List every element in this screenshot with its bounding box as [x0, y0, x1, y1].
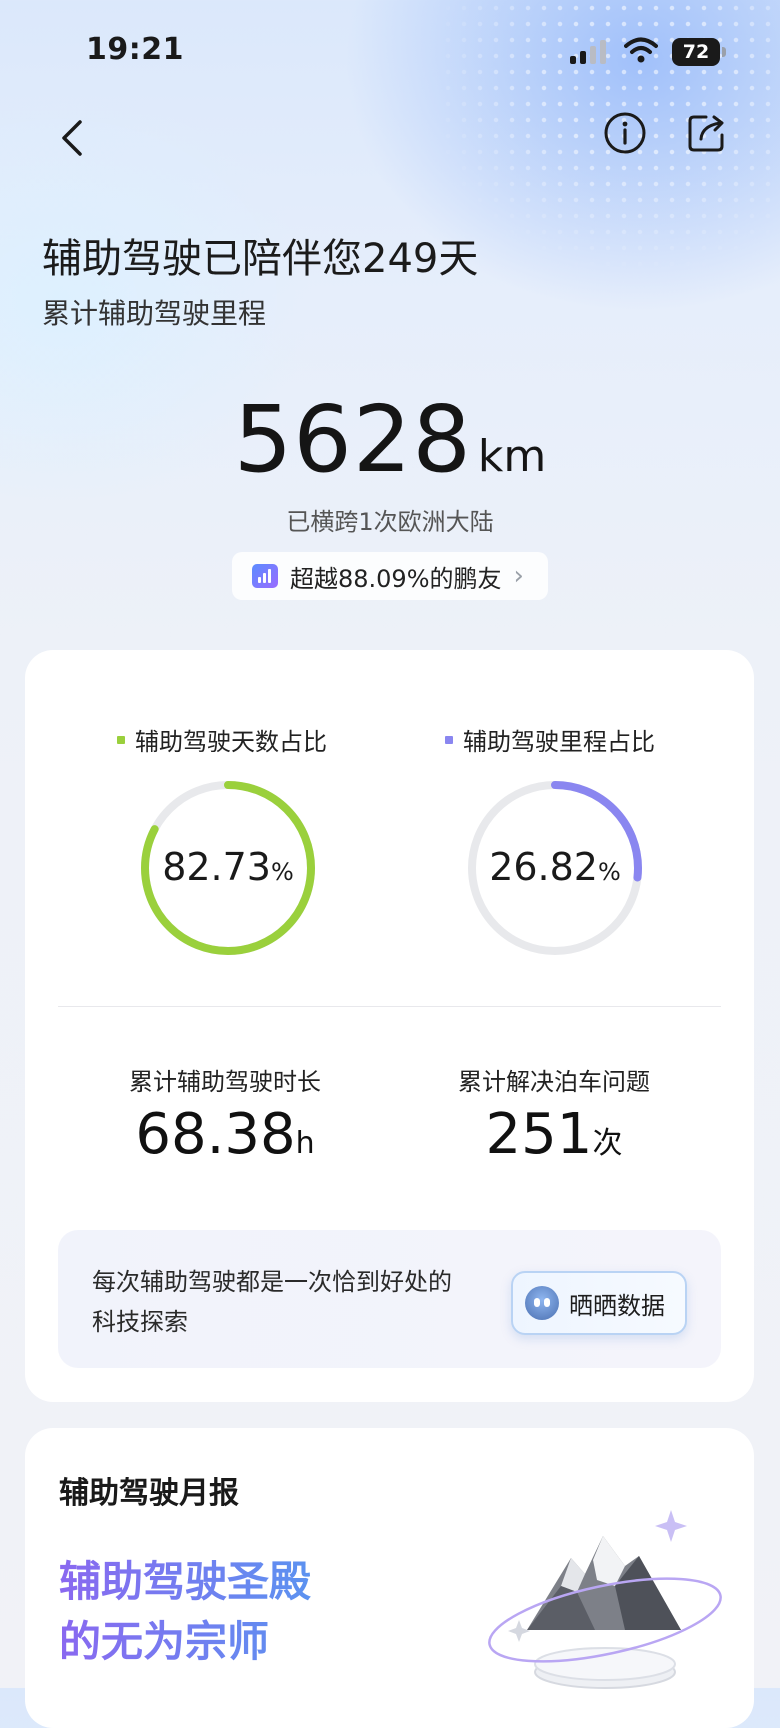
- robot-icon: [525, 1286, 559, 1320]
- parking-value: 251次: [485, 1102, 623, 1167]
- monthly-report-title: 辅助驾驶月报: [59, 1476, 239, 1511]
- share-data-button[interactable]: 晒晒数据: [511, 1271, 687, 1335]
- share-button[interactable]: [684, 110, 730, 156]
- mileage-ratio-value: 26.82%: [489, 845, 621, 889]
- share-data-label: 晒晒数据: [569, 1291, 665, 1320]
- signal-icon: [570, 40, 608, 64]
- back-button[interactable]: [52, 112, 96, 164]
- mileage-legend-dot: [445, 735, 453, 744]
- battery-indicator: 72: [672, 38, 726, 66]
- promo-text: 每次辅助驾驶都是一次恰到好处的科技探索: [92, 1268, 452, 1336]
- days-ratio-label: 辅助驾驶天数占比: [117, 722, 327, 757]
- promo-banner: 每次辅助驾驶都是一次恰到好处的科技探索 晒晒数据: [58, 1230, 721, 1368]
- divider: [58, 1006, 721, 1007]
- status-time: 19:21: [86, 32, 184, 67]
- mileage-subtitle: 累计辅助驾驶里程: [42, 297, 267, 330]
- rank-badge[interactable]: 超越88.09%的鹏友 ›: [232, 552, 548, 600]
- chart-icon: [252, 564, 278, 588]
- days-legend-dot: [117, 735, 125, 744]
- duration-label: 累计辅助驾驶时长: [129, 1068, 321, 1096]
- distance-value: 5628: [233, 386, 472, 493]
- rank-text: 超越88.09%的鹏友: [290, 564, 502, 593]
- honor-title: 辅助驾驶圣殿 的无为宗师: [59, 1552, 379, 1672]
- duration-value: 68.38h: [135, 1102, 315, 1167]
- days-ratio-value: 82.73%: [162, 845, 294, 889]
- mountain-icon: [488, 1510, 722, 1689]
- mileage-ratio-label: 辅助驾驶里程占比: [445, 722, 655, 757]
- stats-card: 辅助驾驶天数占比 辅助驾驶里程占比 82.73% 26.82% 累计辅助驾驶时长…: [25, 650, 754, 1402]
- chevron-right-icon: ›: [513, 561, 524, 591]
- wifi-icon: [624, 37, 658, 63]
- page-headline: 辅助驾驶已陪伴您249天: [42, 236, 479, 282]
- battery-level: 72: [672, 38, 720, 66]
- distance-unit: km: [477, 431, 547, 482]
- monthly-report-card[interactable]: 辅助驾驶月报 辅助驾驶圣殿 的无为宗师: [25, 1428, 754, 1728]
- share-icon: [688, 115, 724, 152]
- total-distance: 5628 km: [0, 386, 780, 493]
- info-icon: [604, 112, 646, 154]
- parking-label: 累计解决泊车问题: [458, 1068, 650, 1096]
- info-button[interactable]: [602, 110, 648, 156]
- back-icon: [62, 120, 82, 156]
- distance-caption: 已横跨1次欧洲大陆: [286, 508, 494, 536]
